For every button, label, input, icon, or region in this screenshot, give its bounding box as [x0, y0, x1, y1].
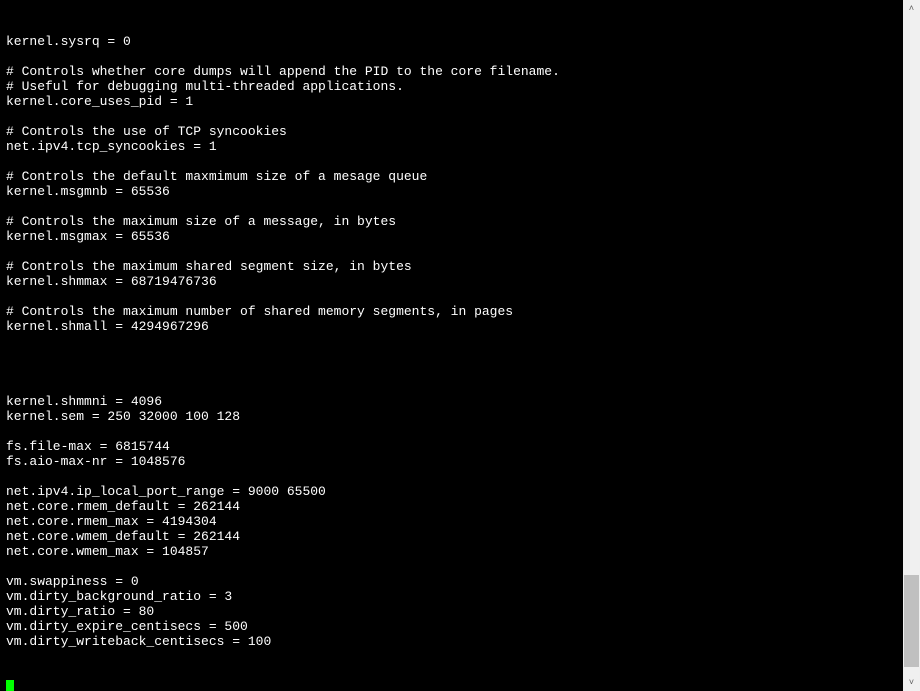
terminal-line	[6, 424, 897, 439]
terminal-line: kernel.shmall = 4294967296	[6, 319, 897, 334]
scroll-track[interactable]	[903, 17, 920, 674]
terminal-line: # Controls the maximum number of shared …	[6, 304, 897, 319]
terminal-line	[6, 559, 897, 574]
terminal-line: # Controls the use of TCP syncookies	[6, 124, 897, 139]
terminal-line	[6, 334, 897, 349]
terminal-line: net.core.wmem_default = 262144	[6, 529, 897, 544]
terminal-line: vm.dirty_writeback_centisecs = 100	[6, 634, 897, 649]
terminal-line	[6, 364, 897, 379]
terminal-line: # Controls the default maxmimum size of …	[6, 169, 897, 184]
terminal-line: net.core.rmem_max = 4194304	[6, 514, 897, 529]
terminal-line: kernel.shmmax = 68719476736	[6, 274, 897, 289]
terminal-line	[6, 349, 897, 364]
terminal-line: # Controls the maximum shared segment si…	[6, 259, 897, 274]
cursor	[6, 680, 14, 691]
terminal-line: net.ipv4.ip_local_port_range = 9000 6550…	[6, 484, 897, 499]
terminal-line: fs.file-max = 6815744	[6, 439, 897, 454]
terminal-line: # Useful for debugging multi-threaded ap…	[6, 79, 897, 94]
terminal-line: vm.dirty_expire_centisecs = 500	[6, 619, 897, 634]
terminal-line	[6, 469, 897, 484]
terminal-line	[6, 109, 897, 124]
vertical-scrollbar[interactable]: ˄ ˅	[903, 0, 920, 691]
terminal-line: kernel.msgmax = 65536	[6, 229, 897, 244]
terminal-viewport[interactable]: kernel.sysrq = 0 # Controls whether core…	[0, 0, 903, 691]
terminal-content: kernel.sysrq = 0 # Controls whether core…	[6, 34, 897, 649]
cursor-line	[6, 679, 897, 691]
terminal-line: vm.dirty_ratio = 80	[6, 604, 897, 619]
terminal-line: kernel.sysrq = 0	[6, 34, 897, 49]
terminal-line: kernel.shmmni = 4096	[6, 394, 897, 409]
terminal-line: # Controls the maximum size of a message…	[6, 214, 897, 229]
terminal-line: # Controls whether core dumps will appen…	[6, 64, 897, 79]
terminal-line: net.core.rmem_default = 262144	[6, 499, 897, 514]
terminal-line: net.ipv4.tcp_syncookies = 1	[6, 139, 897, 154]
terminal-line	[6, 379, 897, 394]
terminal-line	[6, 199, 897, 214]
terminal-line: fs.aio-max-nr = 1048576	[6, 454, 897, 469]
terminal-line: vm.dirty_background_ratio = 3	[6, 589, 897, 604]
terminal-line	[6, 154, 897, 169]
terminal-line: vm.swappiness = 0	[6, 574, 897, 589]
terminal-line: kernel.core_uses_pid = 1	[6, 94, 897, 109]
terminal-line: kernel.msgmnb = 65536	[6, 184, 897, 199]
terminal-line	[6, 289, 897, 304]
scroll-down-button[interactable]: ˅	[903, 674, 920, 691]
scroll-up-button[interactable]: ˄	[903, 0, 920, 17]
terminal-line: kernel.sem = 250 32000 100 128	[6, 409, 897, 424]
scroll-thumb[interactable]	[904, 575, 919, 667]
terminal-line	[6, 49, 897, 64]
terminal-line	[6, 244, 897, 259]
terminal-line: net.core.wmem_max = 104857	[6, 544, 897, 559]
